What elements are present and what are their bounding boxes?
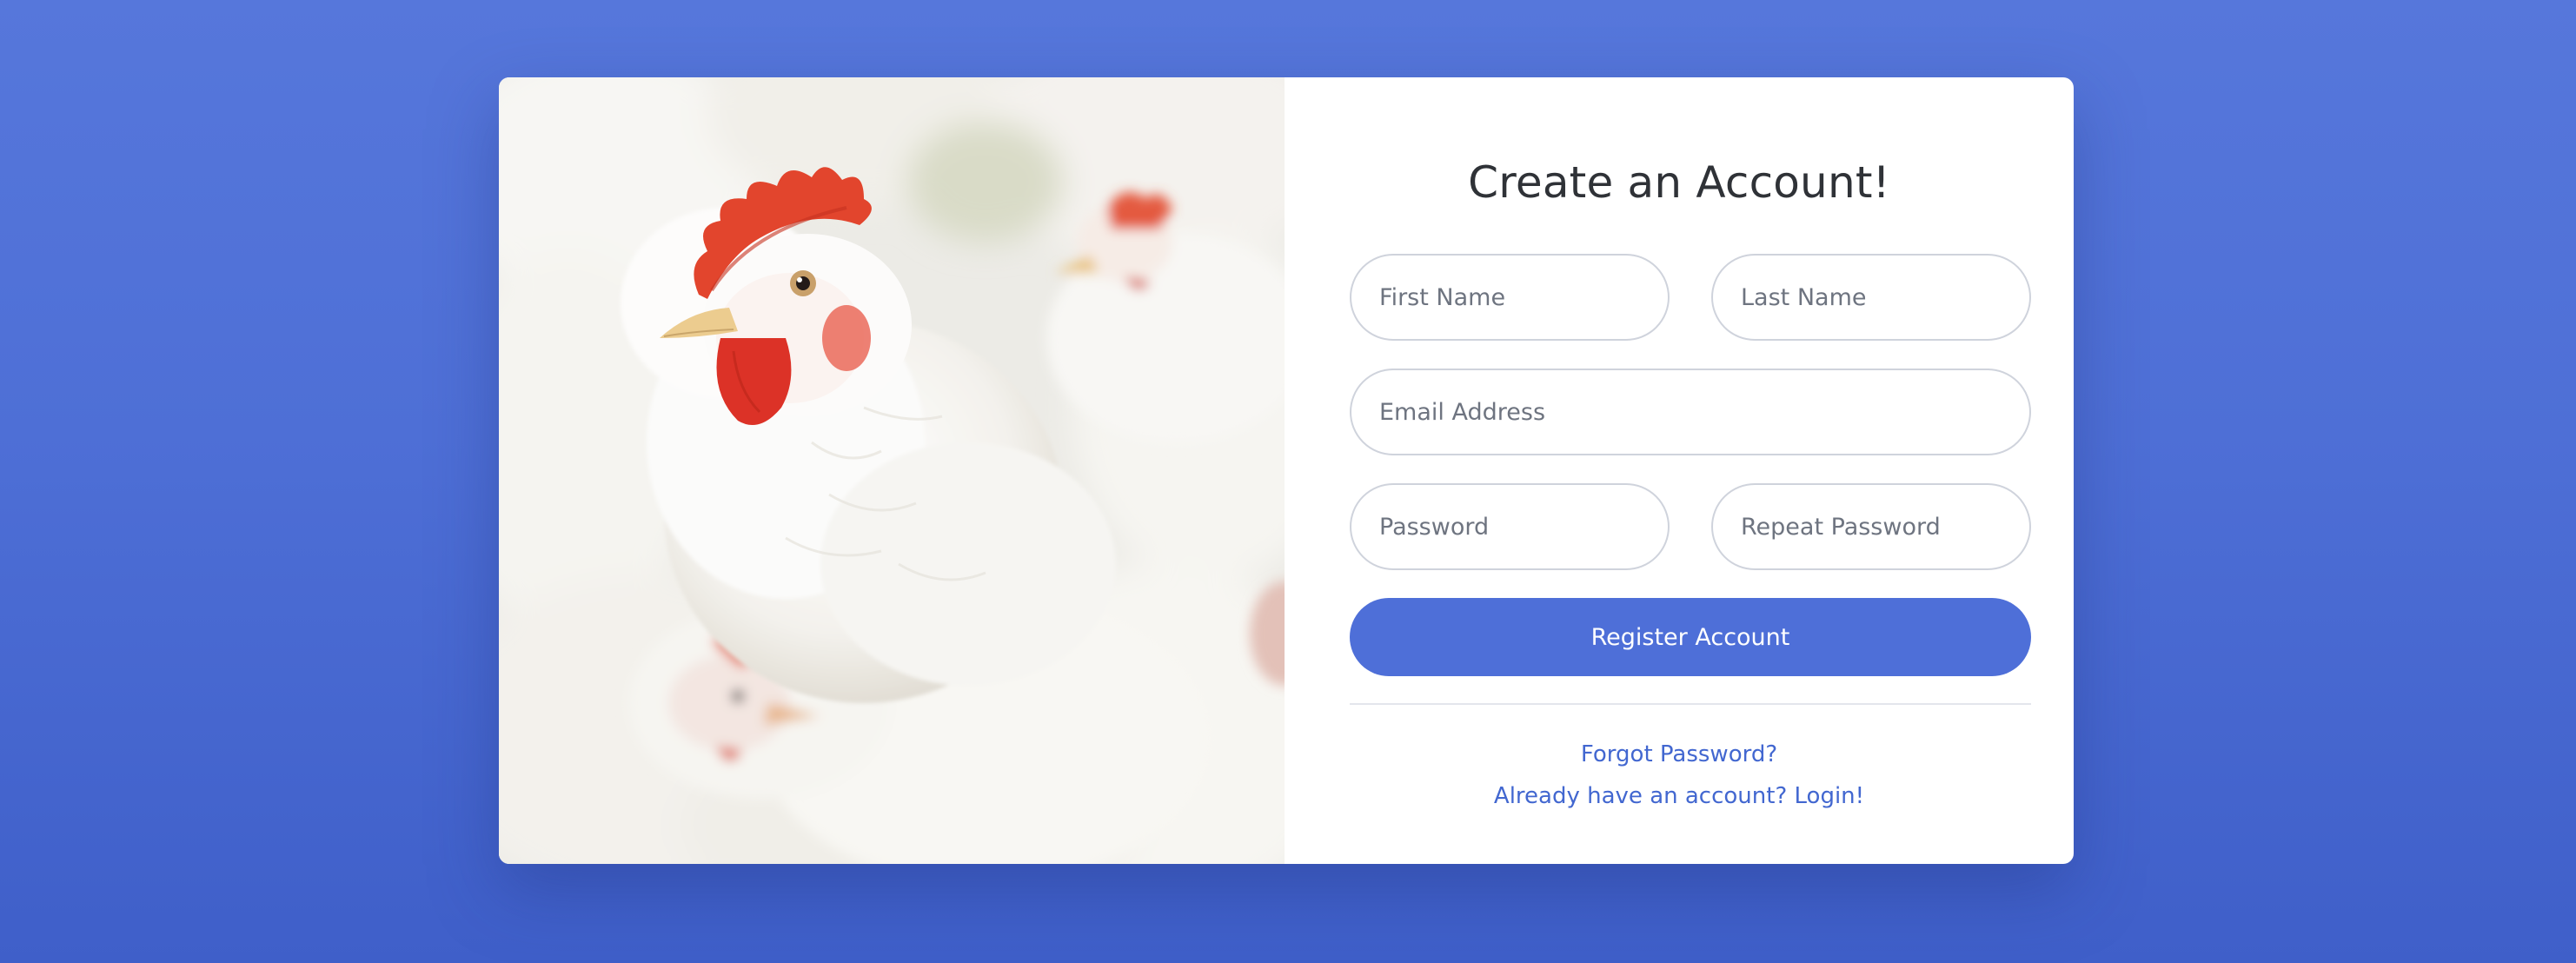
register-account-button[interactable]: Register Account bbox=[1350, 598, 2031, 676]
chicken-photo bbox=[499, 77, 1285, 864]
register-card: Create an Account! First Name Last Name … bbox=[499, 77, 2074, 864]
last-name-input[interactable]: Last Name bbox=[1711, 254, 2031, 341]
page-title: Create an Account! bbox=[1468, 157, 1890, 208]
email-input[interactable]: Email Address bbox=[1350, 369, 2031, 455]
password-input[interactable]: Password bbox=[1350, 483, 1670, 570]
forgot-password-link[interactable]: Forgot Password? bbox=[1285, 741, 2074, 767]
login-link[interactable]: Already have an account? Login! bbox=[1285, 783, 2074, 809]
repeat-password-input[interactable]: Repeat Password bbox=[1711, 483, 2031, 570]
divider bbox=[1350, 703, 2031, 705]
register-form: Create an Account! First Name Last Name … bbox=[1285, 77, 2074, 864]
first-name-input[interactable]: First Name bbox=[1350, 254, 1670, 341]
